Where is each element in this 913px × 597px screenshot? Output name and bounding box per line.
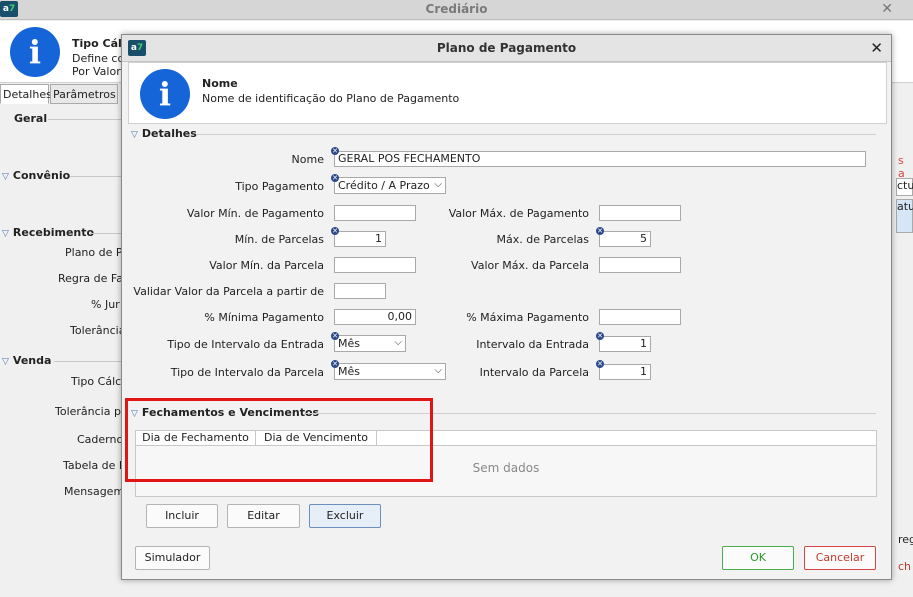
required-icon: ✕ (596, 360, 604, 368)
label-regra: Regra de Fa (58, 272, 123, 285)
simulador-button[interactable]: Simulador (135, 546, 210, 570)
required-icon: ✕ (331, 147, 339, 155)
pct-min-pagamento-field[interactable]: 0,00 (334, 309, 416, 325)
label-tipo-pagamento: Tipo Pagamento (235, 180, 324, 193)
label-valor-max-pagamento: Valor Máx. de Pagamento (448, 207, 589, 220)
label-pct-min-pagamento: % Mínima Pagamento (204, 311, 324, 324)
tipo-intervalo-entrada-select[interactable]: Mês ⌵ (334, 335, 406, 352)
label-nome: Nome (291, 153, 324, 166)
right-text: ch (898, 560, 912, 573)
required-icon: ✕ (331, 332, 339, 340)
label-valor-min-pagamento: Valor Mín. de Pagamento (186, 207, 324, 220)
valor-min-parcela-field[interactable] (334, 257, 416, 273)
tab-detalhes[interactable]: Detalhes (0, 84, 52, 104)
min-parcelas-field[interactable]: 1 (334, 231, 386, 247)
label-tolerancia: Tolerância (70, 324, 126, 337)
required-icon: ✕ (596, 227, 604, 235)
label-tipo-calc: Tipo Cálc (71, 375, 122, 388)
valor-max-pagamento-field[interactable] (599, 205, 681, 221)
divider (196, 134, 876, 135)
highlight-box (125, 398, 433, 482)
label-tipo-intervalo-entrada: Tipo de Intervalo da Entrada (167, 338, 324, 351)
dialog-header: i Nome Nome de identificação do Plano de… (128, 62, 887, 124)
background-window-title: Crediário (425, 2, 488, 16)
chevron-down-icon: ⌵ (434, 179, 442, 190)
chevron-down-icon: ⌵ (394, 337, 402, 348)
label-juros: % Jur (91, 298, 120, 311)
label-tipo-intervalo-parcela: Tipo de Intervalo da Parcela (170, 366, 324, 379)
label-mensagem: Mensagem (64, 485, 125, 498)
dialog-title: Plano de Pagamento (436, 41, 577, 55)
tipo-intervalo-parcela-select[interactable]: Mês ⌵ (334, 363, 446, 380)
right-field[interactable]: atu (896, 199, 913, 233)
required-icon: ✕ (596, 332, 604, 340)
validar-valor-field[interactable] (334, 283, 386, 299)
divider (90, 233, 121, 234)
divider (70, 176, 121, 177)
required-icon: ✕ (331, 174, 339, 182)
intervalo-entrada-field[interactable]: 1 (599, 336, 651, 352)
label-max-parcelas: Máx. de Parcelas (496, 233, 590, 246)
required-icon: ✕ (331, 360, 339, 368)
label-tabela: Tabela de F (63, 459, 126, 472)
pct-max-pagamento-field[interactable] (599, 309, 681, 325)
background-header-line1: Define co (72, 52, 125, 65)
section-convenio: ▽ Convênio (2, 169, 71, 182)
max-parcelas-field[interactable]: 5 (599, 231, 651, 247)
section-venda: ▽ Venda (2, 354, 52, 367)
divider (54, 361, 121, 362)
label-pct-max-pagamento: % Máxima Pagamento (466, 311, 589, 324)
label-caderno: Caderno (77, 433, 124, 446)
divider (48, 119, 121, 120)
background-titlebar: a7 Crediário ✕ (0, 0, 913, 20)
plano-pagamento-dialog: a7 Plano de Pagamento ✕ i Nome Nome de i… (121, 34, 892, 580)
info-icon: i (140, 69, 190, 119)
excluir-button[interactable]: Excluir (309, 504, 381, 528)
dialog-header-subtitle: Nome de identificação do Plano de Pagame… (202, 92, 460, 105)
chevron-down-icon: ⌵ (434, 365, 442, 376)
right-field[interactable]: ctu (896, 178, 913, 196)
section-recebimento: ▽ Recebimento (2, 226, 95, 239)
section-detalhes[interactable]: ▽ Detalhes (131, 127, 197, 140)
tab-parametros[interactable]: Parâmetros (50, 84, 118, 104)
info-icon: i (10, 27, 60, 77)
column-header-filler (377, 431, 876, 446)
label-intervalo-entrada: Intervalo da Entrada (476, 338, 589, 351)
tipo-pagamento-select[interactable]: Crédito / A Prazo ⌵ (334, 177, 446, 194)
editar-button[interactable]: Editar (227, 504, 300, 528)
label-valor-max-parcela: Valor Máx. da Parcela (471, 259, 589, 272)
valor-min-pagamento-field[interactable] (334, 205, 416, 221)
section-geral: Geral (14, 112, 48, 125)
right-text: s a (898, 154, 905, 180)
background-header-line2: Por Valor (72, 65, 121, 78)
nome-field[interactable]: GERAL POS FECHAMENTO (334, 151, 866, 167)
background-close-icon[interactable]: ✕ (881, 1, 893, 17)
background-tabs: Detalhes Parâmetros (0, 84, 130, 104)
required-icon: ✕ (331, 227, 339, 235)
valor-max-parcela-field[interactable] (599, 257, 681, 273)
dialog-header-title: Nome (202, 77, 238, 90)
right-text: reg (898, 533, 913, 546)
label-intervalo-parcela: Intervalo da Parcela (479, 366, 589, 379)
label-plano: Plano de P (65, 246, 123, 259)
ok-button[interactable]: OK (722, 546, 794, 570)
incluir-button[interactable]: Incluir (146, 504, 218, 528)
cancelar-button[interactable]: Cancelar (804, 546, 876, 570)
label-validar-valor: Validar Valor da Parcela a partir de (133, 285, 324, 298)
label-tolerancia-p: Tolerância p (55, 405, 121, 418)
intervalo-parcela-field[interactable]: 1 (599, 364, 651, 380)
label-valor-min-parcela: Valor Mín. da Parcela (209, 259, 324, 272)
close-icon[interactable]: ✕ (870, 39, 883, 57)
label-min-parcelas: Mín. de Parcelas (234, 233, 324, 246)
background-header-title: Tipo Cálc (72, 37, 129, 50)
dialog-titlebar: a7 Plano de Pagamento ✕ (122, 35, 891, 62)
